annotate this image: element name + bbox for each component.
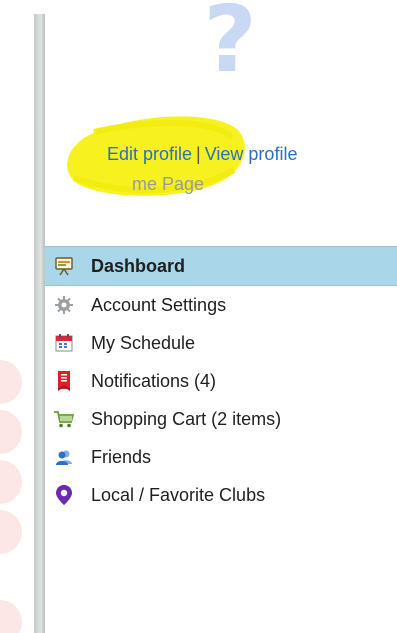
avatar-placeholder-icon[interactable]: ? xyxy=(200,0,260,86)
panel-divider xyxy=(34,14,45,633)
sidebar-item-label: Notifications (4) xyxy=(91,370,217,391)
sidebar-item-account-settings[interactable]: Account Settings xyxy=(45,286,397,324)
sidebar-item-notifications[interactable]: Notifications (4) xyxy=(45,362,397,400)
page-background-strip xyxy=(0,0,34,633)
background-decoration xyxy=(0,510,22,554)
location-pin-icon xyxy=(53,484,75,506)
gear-icon xyxy=(53,294,75,316)
notification-icon xyxy=(53,370,75,392)
background-decoration xyxy=(0,360,22,404)
cart-icon xyxy=(53,408,75,430)
sidebar-item-friends[interactable]: Friends xyxy=(45,438,397,476)
background-decoration xyxy=(0,600,22,633)
sidebar-item-label: Friends xyxy=(91,446,152,467)
calendar-icon xyxy=(53,332,75,354)
home-page-link[interactable]: me Page xyxy=(132,174,204,195)
sidebar-item-dashboard[interactable]: Dashboard xyxy=(45,246,397,286)
sidebar-item-label: Local / Favorite Clubs xyxy=(91,484,266,505)
sidebar-item-shopping-cart[interactable]: Shopping Cart (2 items) xyxy=(45,400,397,438)
background-decoration xyxy=(0,410,22,454)
dashboard-icon xyxy=(53,255,75,277)
edit-profile-link[interactable]: Edit profile xyxy=(107,144,192,164)
sidebar-item-local-favorite-clubs[interactable]: Local / Favorite Clubs xyxy=(45,476,397,514)
sidebar-item-label: Account Settings xyxy=(91,294,227,315)
link-separator: | xyxy=(196,144,201,164)
sidebar-item-my-schedule[interactable]: My Schedule xyxy=(45,324,397,362)
profile-links: Edit profile | View profile xyxy=(107,144,297,165)
background-decoration xyxy=(0,460,22,504)
friends-icon xyxy=(53,446,75,468)
sidebar-item-label: Shopping Cart (2 items) xyxy=(91,408,282,429)
sidebar-item-label: Dashboard xyxy=(91,255,186,276)
sidebar-item-label: My Schedule xyxy=(91,332,196,353)
view-profile-link[interactable]: View profile xyxy=(205,144,298,164)
sidebar-menu: Dashboard Account Settings My Schedule N… xyxy=(45,246,397,514)
